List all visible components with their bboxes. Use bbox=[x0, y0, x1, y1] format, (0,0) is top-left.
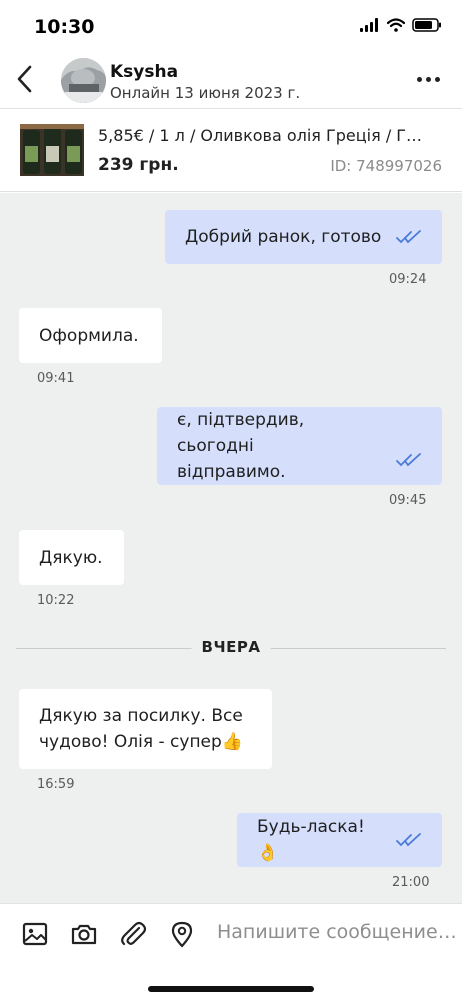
home-indicator bbox=[148, 986, 314, 992]
message-time: 09:24 bbox=[389, 272, 427, 287]
contact-status: Онлайн 13 июня 2023 г. bbox=[110, 84, 301, 102]
battery-icon bbox=[412, 18, 441, 32]
message-line: відправимо. bbox=[177, 462, 286, 482]
olive-oil-bottles-image bbox=[20, 124, 84, 176]
message-time: 16:59 bbox=[37, 777, 75, 792]
avatar[interactable] bbox=[61, 58, 106, 103]
incoming-message[interactable]: Дякую за посилку. Все чудово! Олія - суп… bbox=[19, 689, 272, 769]
double-check-icon bbox=[396, 230, 421, 244]
message-text: Оформила. bbox=[39, 325, 139, 346]
outgoing-message[interactable]: є, підтвердив, сьогодні відправимо. bbox=[157, 407, 442, 485]
message-text: Дякую. bbox=[39, 547, 103, 568]
message-line: Дякую за посилку. Все bbox=[39, 706, 243, 726]
message-time: 09:45 bbox=[389, 493, 427, 508]
dot-icon bbox=[435, 77, 440, 82]
dot-icon bbox=[417, 77, 422, 82]
product-price: 239 грн. bbox=[98, 155, 179, 175]
camera-icon[interactable] bbox=[70, 920, 98, 948]
message-text: Дякую за посилку. Все чудово! Олія - суп… bbox=[39, 703, 252, 755]
message-text: Будь-ласка! 👌 bbox=[257, 817, 365, 863]
outgoing-message[interactable]: Добрий ранок, готово bbox=[165, 210, 442, 264]
location-icon[interactable] bbox=[168, 920, 196, 948]
incoming-message[interactable]: Оформила. bbox=[19, 308, 162, 363]
double-check-icon bbox=[396, 833, 421, 847]
status-icons bbox=[360, 18, 442, 32]
message-time: 10:22 bbox=[37, 593, 75, 608]
product-title: 5,85€ / 1 л / Оливкова олія Греція / Г… bbox=[98, 126, 423, 145]
message-line: є, підтвердив, сьогодні bbox=[177, 410, 305, 456]
chevron-left-icon bbox=[17, 65, 32, 93]
chat-header: Ksysha Онлайн 13 июня 2023 г. bbox=[0, 52, 462, 109]
message-time: 09:41 bbox=[37, 371, 75, 386]
dot-icon bbox=[426, 77, 431, 82]
day-separator-label: ВЧЕРА bbox=[191, 638, 271, 656]
message-text: Добрий ранок, готово bbox=[185, 227, 382, 247]
double-check-icon bbox=[396, 453, 421, 467]
message-composer: Напишите сообщение… bbox=[0, 903, 462, 1000]
message-list[interactable]: Добрий ранок, готово 09:24 Оформила. 09:… bbox=[0, 193, 462, 903]
more-options-button[interactable] bbox=[417, 77, 440, 82]
signal-icon bbox=[360, 18, 378, 32]
contact-name: Ksysha bbox=[110, 62, 179, 82]
status-bar: 10:30 bbox=[0, 0, 462, 52]
back-button[interactable] bbox=[14, 64, 38, 94]
avatar-image bbox=[61, 58, 106, 103]
incoming-message[interactable]: Дякую. bbox=[19, 530, 124, 585]
message-line: чудово! Олія - супер👍 bbox=[39, 732, 243, 752]
attach-icon[interactable] bbox=[119, 920, 147, 948]
product-card[interactable]: 5,85€ / 1 л / Оливкова олія Греція / Г… … bbox=[0, 110, 462, 192]
outgoing-message[interactable]: Будь-ласка! 👌 bbox=[237, 813, 442, 867]
product-thumbnail bbox=[20, 124, 84, 176]
day-separator: ВЧЕРА bbox=[16, 638, 446, 658]
message-time: 21:00 bbox=[392, 875, 430, 890]
image-icon[interactable] bbox=[21, 920, 49, 948]
wifi-icon bbox=[387, 18, 405, 32]
status-time: 10:30 bbox=[34, 16, 95, 38]
message-text: є, підтвердив, сьогодні відправимо. bbox=[177, 407, 384, 485]
product-id: ID: 748997026 bbox=[330, 157, 442, 175]
message-input[interactable]: Напишите сообщение… bbox=[217, 921, 457, 943]
